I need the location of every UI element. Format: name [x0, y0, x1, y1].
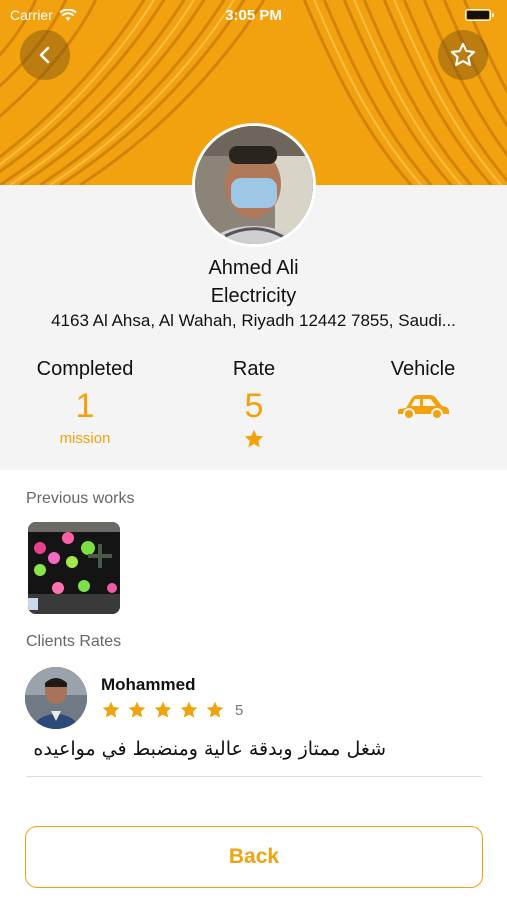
previous-works-label: Previous works: [26, 490, 135, 507]
star-icon: [169, 428, 339, 455]
stat-vehicle-title: Vehicle: [390, 358, 456, 380]
stat-completed-title: Completed: [36, 358, 134, 380]
stat-vehicle: Vehicle: [338, 358, 507, 426]
stat-completed-unit: mission: [59, 430, 111, 447]
review-divider: [26, 776, 482, 777]
star-icon: [102, 701, 120, 718]
back-button[interactable]: Back: [25, 826, 483, 888]
provider-category: Electricity: [210, 285, 297, 307]
stat-rate-title: Rate: [232, 358, 276, 380]
previous-work-image: [28, 522, 120, 614]
star-icon: [154, 701, 172, 718]
status-time: 3:05 PM: [225, 6, 282, 24]
reviewer-name: Mohammed: [101, 675, 196, 694]
reviewer-avatar: [25, 667, 87, 729]
stat-rate-value: 5: [244, 387, 264, 425]
provider-name: Ahmed Ali: [208, 257, 299, 279]
client-rates-label: Clients Rates: [26, 633, 122, 650]
stat-completed-value: 1: [75, 387, 95, 425]
chevron-left-icon: [39, 46, 50, 64]
stat-rate: Rate 5: [169, 358, 339, 455]
stat-completed: Completed 1 mission: [0, 358, 170, 447]
review-comment: شغل ممتاز وبدقة عالية ومنضبط في مواعيده: [33, 738, 386, 760]
star-icon: [180, 701, 198, 718]
reviewer-photo: [25, 667, 87, 729]
favorite-button[interactable]: [438, 30, 488, 80]
review-rating-value: 5: [235, 701, 244, 719]
car-icon: [338, 391, 507, 426]
star-icon: [206, 701, 224, 718]
star-icon: [128, 701, 146, 718]
previous-work-thumbnail[interactable]: [28, 522, 120, 614]
profile-avatar: [192, 123, 316, 247]
star-outline-icon: [450, 42, 476, 66]
provider-address: 4163 Al Ahsa, Al Wahah, Riyadh 12442 785…: [51, 311, 456, 330]
review-rating: 5: [101, 700, 243, 720]
back-nav-button[interactable]: [20, 30, 70, 80]
status-bar: Carrier 3:05 PM: [0, 0, 507, 30]
battery-icon: [465, 9, 494, 21]
